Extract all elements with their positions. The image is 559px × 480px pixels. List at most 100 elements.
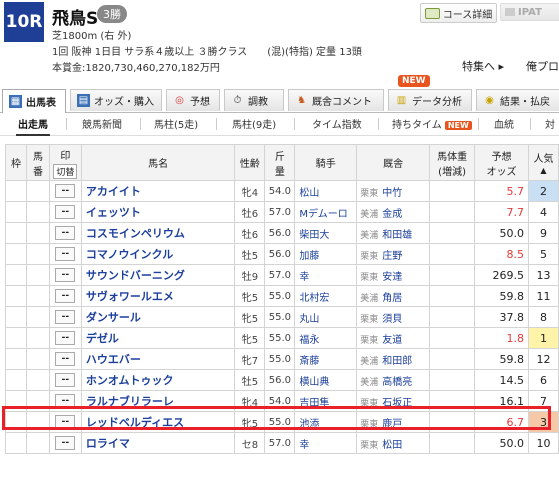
horse-name-link[interactable]: レッドベルディエス: [82, 416, 184, 429]
trainer-link[interactable]: 石坂正: [382, 398, 412, 409]
subtab-time-index[interactable]: タイム指数: [312, 116, 362, 131]
odds-cell: 8.5: [474, 243, 529, 265]
kinryo-cell: 57.0: [264, 264, 296, 286]
tab-comment[interactable]: ♞ 厩舎コメント: [288, 89, 384, 111]
trainer-link[interactable]: 和田郎: [382, 356, 412, 367]
mark-select[interactable]: --: [55, 205, 76, 219]
horse-name-link[interactable]: サヴォワールエメ: [82, 290, 174, 303]
horse-name-link[interactable]: ハウエバー: [82, 353, 141, 366]
jockey-link[interactable]: 幸: [294, 432, 358, 454]
subtab-bloodline[interactable]: 血統: [494, 116, 514, 131]
tab-result[interactable]: ◉ 結果・払戻: [476, 89, 559, 111]
table-row: -- レッドベルディエス 牝5 55.0 池添 栗東 鹿戸 6.7 3: [5, 411, 559, 433]
mark-select[interactable]: --: [55, 331, 76, 345]
subtab-shussouba[interactable]: 出走馬: [16, 116, 50, 136]
mark-select[interactable]: --: [55, 415, 76, 429]
ipat-button[interactable]: IPAT: [500, 3, 559, 21]
horse-name-link[interactable]: ダンサール: [82, 311, 141, 324]
trainer-area: 栗東: [360, 314, 379, 325]
trainer-area: 美浦: [360, 230, 379, 241]
jockey-link[interactable]: 丸山: [294, 306, 358, 328]
trainer-area: 栗東: [360, 251, 379, 262]
jockey-link[interactable]: 斎藤: [294, 348, 358, 370]
mark-cell: --: [48, 390, 82, 412]
trainer-link[interactable]: 鹿戸: [382, 419, 402, 430]
col-trainer: 厩舎: [356, 144, 431, 181]
trainer-link[interactable]: 須貝: [382, 314, 402, 325]
kinryo-cell: 57.0: [264, 201, 296, 223]
horse-name-link[interactable]: ロライマ: [82, 437, 130, 450]
jockey-link[interactable]: 吉田隼: [294, 390, 358, 412]
jockey-link[interactable]: Mデムーロ: [294, 201, 358, 223]
col-umaban-line1: 馬: [32, 151, 43, 163]
mark-select[interactable]: --: [55, 289, 76, 303]
table-header-row: 枠 馬番 印切替 馬名 性齢 斤量 騎手 厩舎 馬体重 (増減) 予想 オッズ 人気…: [5, 144, 559, 181]
trainer-link[interactable]: 角居: [382, 293, 402, 304]
trainer-area: 栗東: [360, 440, 379, 451]
jockey-link[interactable]: 幸: [294, 264, 358, 286]
subtab-mochi-time[interactable]: 持ちタイム NEW: [392, 116, 472, 131]
horse-name-cell: サウンドバーニング: [80, 264, 236, 286]
subtab-shinbun[interactable]: 競馬新聞: [82, 116, 122, 131]
tab-yoso[interactable]: ◎ 予想: [166, 89, 220, 111]
table-row: -- イェッツト 牡6 57.0 Mデムーロ 美浦 金成 7.7 4: [5, 201, 559, 223]
jockey-link[interactable]: 松山: [294, 180, 358, 202]
tab-shutsuba[interactable]: ▦ 出馬表: [2, 89, 66, 113]
subtab-more[interactable]: 対: [545, 116, 555, 131]
col-kinryo: 斤量: [264, 144, 296, 181]
trainer-link[interactable]: 友道: [382, 335, 402, 346]
trainer-link[interactable]: 松田: [382, 440, 402, 451]
col-popularity[interactable]: 人気 ▲: [527, 144, 559, 181]
subtab-umabashira9[interactable]: 馬柱(9走): [232, 116, 276, 131]
weight-cell: [429, 264, 476, 286]
tab-odds[interactable]: ▤ オッズ・購入: [70, 89, 162, 111]
horse-name-cell: ロライマ: [80, 432, 236, 454]
ore-pro-link[interactable]: 俺プロ: [526, 58, 559, 74]
trainer-link[interactable]: 中竹: [382, 188, 402, 199]
jockey-link[interactable]: 北村宏: [294, 285, 358, 307]
trainer-link[interactable]: 金成: [382, 209, 402, 220]
mark-select[interactable]: --: [55, 247, 76, 261]
trainer-link[interactable]: 和田雄: [382, 230, 412, 241]
odds-cell: 16.1: [474, 390, 529, 412]
mark-select[interactable]: --: [55, 226, 76, 240]
col-mark: 印切替: [48, 144, 82, 181]
subtab-umabashira5[interactable]: 馬柱(5走): [154, 116, 198, 131]
tab-chokyo[interactable]: ⏱ 調教: [224, 89, 284, 111]
jockey-link[interactable]: 加藤: [294, 243, 358, 265]
mark-select[interactable]: --: [55, 373, 76, 387]
mark-select[interactable]: --: [55, 268, 76, 282]
weight-cell: [429, 327, 476, 349]
main-tab-bar: ▦ 出馬表 ▤ オッズ・購入 ◎ 予想 ⏱ 調教 ♞ 厩舎コメント ▥ データ分…: [0, 89, 559, 113]
horse-name-link[interactable]: アカイイト: [82, 185, 141, 198]
mark-select[interactable]: --: [55, 310, 76, 324]
jockey-link[interactable]: 池添: [294, 411, 358, 433]
jockey-link[interactable]: 横山典: [294, 369, 358, 391]
horse-name-link[interactable]: ラルナブリラーレ: [82, 395, 174, 408]
mark-toggle-button[interactable]: 切替: [53, 163, 78, 179]
horse-name-link[interactable]: デゼル: [82, 332, 119, 345]
tab-data[interactable]: ▥ データ分析: [388, 89, 472, 111]
subtab-label: 持ちタイム: [392, 120, 442, 131]
waku-cell: [5, 264, 27, 286]
mark-select[interactable]: --: [55, 352, 76, 366]
mark-select[interactable]: --: [55, 436, 76, 450]
horse-name-link[interactable]: サウンドバーニング: [82, 269, 185, 282]
trainer-link[interactable]: 高橋亮: [382, 377, 412, 388]
horse-name-link[interactable]: コマノウインクル: [82, 248, 173, 261]
horse-name-link[interactable]: コスモインペリウム: [82, 227, 185, 240]
mark-select[interactable]: --: [55, 184, 76, 198]
jockey-link[interactable]: 柴田大: [294, 222, 358, 244]
horse-name-link[interactable]: イェッツト: [82, 206, 141, 219]
weight-cell: [429, 285, 476, 307]
special-feature-link[interactable]: 特集へ ▸: [462, 58, 504, 74]
jockey-link[interactable]: 福永: [294, 327, 358, 349]
trainer-link[interactable]: 庄野: [382, 251, 402, 262]
horse-name-link[interactable]: ホンオムトゥック: [82, 374, 174, 387]
table-row: -- コスモインペリウム 牡6 56.0 柴田大 美浦 和田雄 50.0 9: [5, 222, 559, 244]
course-detail-button[interactable]: コース詳細: [420, 3, 497, 23]
horse-name-cell: ハウエバー: [80, 348, 236, 370]
umaban-cell: [25, 390, 50, 412]
trainer-link[interactable]: 安達: [382, 272, 402, 283]
mark-select[interactable]: --: [55, 394, 76, 408]
